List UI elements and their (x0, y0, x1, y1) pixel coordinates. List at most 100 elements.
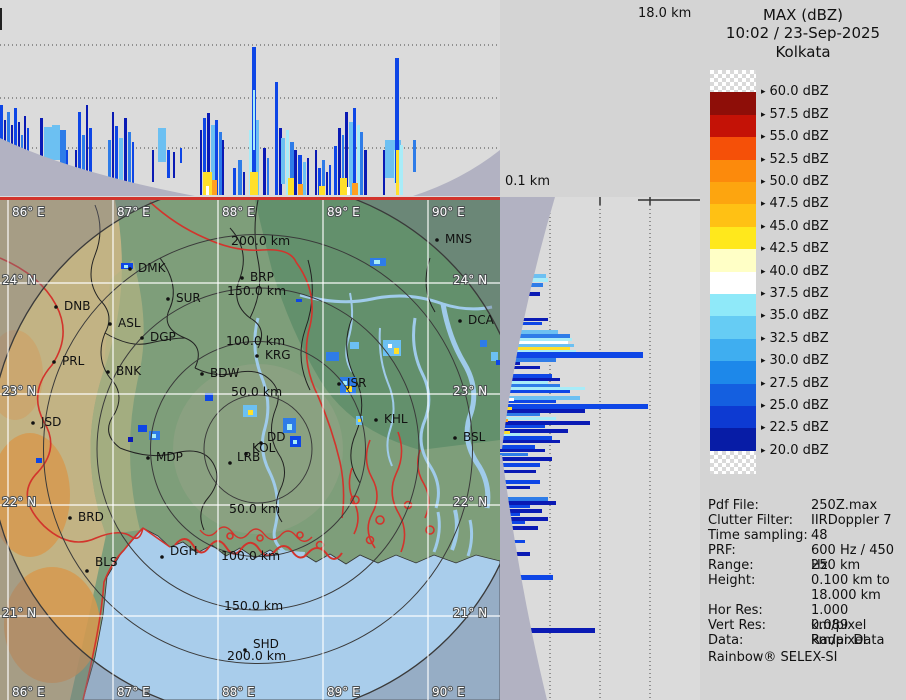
echo-bar (132, 142, 134, 186)
legend-swatch (710, 92, 756, 115)
echo-cell (128, 437, 133, 442)
city-label: DGH (170, 544, 198, 558)
legend-tick-arrow-icon: ▸ (761, 423, 766, 433)
longitude-label-bottom: 87° E (117, 685, 150, 699)
echo-bar (219, 132, 222, 195)
metadata-label: Hor Res: (708, 603, 763, 618)
echo-bar (60, 130, 66, 168)
metadata-value: 0.100 km to 18.000 km (811, 573, 890, 603)
echo-cell (350, 342, 359, 349)
latitude-label-left: 21° N (2, 606, 36, 620)
city-marker-dot (435, 238, 439, 242)
product-datetime: 10:02 / 23-Sep-2025 (700, 24, 906, 42)
legend-tick-arrow-icon: ▸ (761, 401, 766, 411)
echo-bar (119, 138, 123, 182)
echo-bar-core (250, 172, 258, 195)
legend-tick-label: ▸50.0 dBZ (761, 174, 829, 189)
metadata-label: Data: (708, 633, 743, 648)
radar-map-panel[interactable]: 86° E86° E87° E87° E88° E88° E89° E89° E… (0, 200, 500, 700)
title-block: MAX (dBZ) 10:02 / 23-Sep-2025 Kolkata (700, 6, 906, 61)
echo-bar (307, 158, 309, 195)
echo-bar (52, 125, 60, 160)
metadata-value: IIRDoppler 7 (811, 513, 892, 528)
product-title: MAX (dBZ) (700, 6, 906, 24)
echo-bar (500, 404, 648, 409)
echo-bar (500, 409, 585, 413)
city-marker-dot (200, 372, 204, 376)
legend-swatch (710, 182, 756, 205)
echo-bar (500, 480, 540, 484)
city-marker-dot (160, 555, 164, 559)
city-label: JSD (40, 415, 61, 429)
echo-core (287, 424, 292, 430)
echo-bar (500, 453, 528, 456)
legend-swatch (710, 160, 756, 183)
city-label: PRL (62, 354, 85, 368)
info-sidebar: MAX (dBZ) 10:02 / 23-Sep-2025 Kolkata ▸6… (700, 0, 906, 700)
metadata-value: 48 (811, 528, 828, 543)
city-marker-dot (228, 461, 232, 465)
longitude-label-top: 88° E (222, 205, 255, 219)
legend-tick-arrow-icon: ▸ (761, 199, 766, 209)
legend-tick-arrow-icon: ▸ (761, 244, 766, 254)
legend-swatch (710, 428, 756, 451)
echo-bar (173, 152, 175, 178)
city-label: SUR (176, 291, 201, 305)
legend-swatch (710, 227, 756, 250)
city-label: MDP (156, 450, 183, 464)
legend-tick-label: ▸37.5 dBZ (761, 286, 829, 301)
echo-bar (383, 150, 385, 195)
longitude-label-bottom: 88° E (222, 685, 255, 699)
echo-bar (353, 108, 356, 195)
echo-bar (500, 445, 535, 449)
metadata-row: Clutter Filter:IIRDoppler 7 (708, 513, 906, 528)
echo-bar (167, 150, 170, 178)
echo-cell (296, 299, 302, 302)
echo-bar (294, 150, 297, 195)
echo-bar-core (288, 178, 294, 195)
legend-swatch (710, 316, 756, 339)
echo-bar (396, 150, 399, 195)
legend-swatch (710, 384, 756, 407)
legend-tick-arrow-icon: ▸ (761, 87, 766, 97)
longitude-label-top: 90° E (432, 205, 465, 219)
height-axis-max-label: 18.0 km (638, 6, 691, 21)
legend-tick-label: ▸45.0 dBZ (761, 219, 829, 234)
echo-bar (500, 457, 552, 461)
echo-bar (263, 148, 266, 195)
echo-core (248, 410, 253, 415)
height-axis-tick (0, 8, 2, 30)
echo-bar (243, 172, 245, 195)
city-marker-dot (128, 267, 132, 271)
latitude-label-right: 21° N (453, 606, 487, 620)
echo-bar (238, 160, 242, 195)
city-marker-dot (85, 569, 89, 573)
latitude-label-right: 23° N (453, 384, 487, 398)
legend-tick-arrow-icon: ▸ (761, 177, 766, 187)
metadata-label: Range: (708, 558, 754, 573)
echo-bar (500, 436, 552, 440)
city-label: KRG (265, 348, 291, 362)
echo-bar (158, 128, 166, 162)
metadata-row: Pdf File:250Z.max (708, 498, 906, 513)
longitude-label-top: 89° E (327, 205, 360, 219)
right-height-profile-panel (500, 197, 700, 700)
city-label: JSR (346, 376, 367, 390)
city-marker-dot (337, 382, 341, 386)
echo-bar (281, 138, 285, 184)
legend-swatch (710, 361, 756, 384)
city-marker-dot (108, 322, 112, 326)
legend-tick-arrow-icon: ▸ (761, 222, 766, 232)
legend-tick-label: ▸30.0 dBZ (761, 353, 829, 368)
metadata-value: 250Z.max (811, 498, 877, 513)
longitude-label-top: 87° E (117, 205, 150, 219)
echo-bar-core (298, 184, 303, 195)
city-marker-dot (240, 276, 244, 280)
city-marker-dot (31, 421, 35, 425)
radar-application-window: 18.0 km 0.1 km (0, 0, 906, 700)
legend-tick-label: ▸20.0 dBZ (761, 443, 829, 458)
metadata-label: Vert Res: (708, 618, 766, 633)
metadata-label: PRF: (708, 543, 736, 558)
range-ring-label: 150.0 km (227, 283, 286, 298)
legend-tick-arrow-icon: ▸ (761, 446, 766, 456)
